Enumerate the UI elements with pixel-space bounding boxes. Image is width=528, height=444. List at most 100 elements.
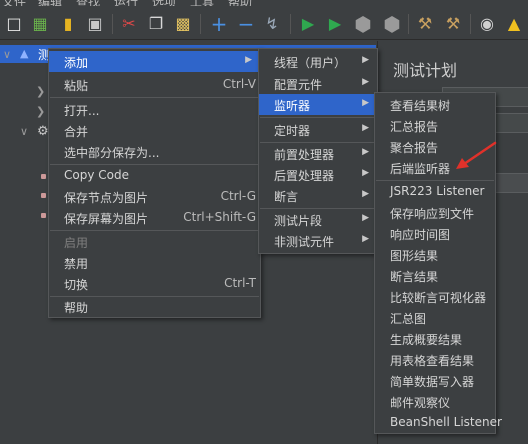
menu-item-label: 响应时间图 [390,228,451,242]
sampler-node-icon [41,174,46,179]
cut-icon[interactable]: ✂ [118,13,140,35]
menu-item-label: 断言 [274,190,299,204]
menu-item-label: 启用 [64,236,89,250]
start-icon[interactable]: ▶ [297,13,319,35]
menu-item-mailer-visualizer[interactable]: 邮件观察仪 [375,391,495,412]
new-icon[interactable]: □ [3,13,25,35]
menu-item-label: 后端监听器 [390,162,451,176]
shutdown-icon[interactable]: ⬢ [381,13,403,35]
context-menu: 添加 ▶ 粘贴 Ctrl-V 打开... 合并 选中部分保存为... Copy … [48,48,261,318]
menu-item-label: 帮助 [64,301,89,315]
submenu-arrow-icon: ▶ [362,123,369,133]
menu-item-disable[interactable]: 禁用 [49,252,260,273]
menu-item-copy-code[interactable]: Copy Code [49,165,260,186]
menu-item-label: 保存节点为图片 [64,191,149,205]
menu-item-summary-report[interactable]: 汇总报告 [375,115,495,136]
menu-item-label: 粘贴 [64,79,89,93]
menu-item-label: 图形结果 [390,249,439,263]
search-icon[interactable]: ◉ [476,13,498,35]
copy-icon[interactable]: ❐ [145,13,167,35]
menu-item-non-test-elements[interactable]: 非测试元件 ▶ [259,230,377,251]
toggle-icon[interactable]: ↯ [261,13,283,35]
menu-item-simple-data-writer[interactable]: 简单数据写入器 [375,370,495,391]
menu-item-label: JSR223 Listener [390,184,485,198]
menu-item-label: 添加 [64,56,89,70]
submenu-arrow-icon: ▶ [362,98,369,108]
reset-search-icon[interactable]: ▲ [503,13,525,35]
chevron-right-icon[interactable]: ❯ [36,105,45,118]
menu-separator [50,97,259,98]
menu-item-assertion-results[interactable]: 断言结果 [375,265,495,286]
menu-item-timer[interactable]: 定时器 ▶ [259,119,377,140]
menu-item-view-results-in-table[interactable]: 用表格查看结果 [375,349,495,370]
gear-icon: ⚙ [37,124,49,139]
menu-item-open[interactable]: 打开... [49,99,260,120]
menu-item-test-fragment[interactable]: 测试片段 ▶ [259,209,377,230]
menu-item-shortcut: Ctrl-T [224,276,256,290]
menu-item-listener[interactable]: 监听器 ▶ [259,94,377,115]
menu-item-assertion[interactable]: 断言 ▶ [259,185,377,206]
menu-item-paste[interactable]: 粘贴 Ctrl-V [49,74,260,95]
clear-all-icon[interactable]: ⚒ [442,13,464,35]
menu-item-beanshell-listener[interactable]: BeanShell Listener [375,412,502,433]
menu-item-shortcut: Ctrl-V [222,77,256,91]
expand-icon[interactable]: + [208,13,230,35]
menu-item-aggregate-graph[interactable]: 汇总图 [375,307,495,328]
menu-item-label: 选中部分保存为... [64,146,160,160]
menu-item-label: 配置元件 [274,78,323,92]
menu-item-threads[interactable]: 线程（用户） ▶ [259,51,377,72]
menu-item-post-processor[interactable]: 后置处理器 ▶ [259,164,377,185]
menu-item-toggle[interactable]: 切换 Ctrl-T [49,273,260,294]
menu-item-jsr223-listener[interactable]: JSR223 Listener [375,181,495,202]
sampler-node-icon [41,193,46,198]
menu-item-label: 测试片段 [274,214,323,228]
menu-item-pre-processor[interactable]: 前置处理器 ▶ [259,143,377,164]
menu-item-help[interactable]: 帮助 [49,296,260,317]
submenu-arrow-icon: ▶ [362,147,369,157]
menu-item-graph-results[interactable]: 图形结果 [375,244,495,265]
paste-icon[interactable]: ▩ [172,13,194,35]
menu-item-label: 监听器 [274,99,311,113]
start-no-pauses-icon[interactable]: ▶ [324,13,346,35]
menu-item-label: 后置处理器 [274,169,335,183]
menu-item-label: 定时器 [274,124,311,138]
menu-item-label: 查看结果树 [390,99,451,113]
menu-separator [260,117,376,118]
menu-item-label: BeanShell Listener [390,415,502,429]
submenu-arrow-icon: ▶ [245,55,252,65]
menu-item-save-node-as-image[interactable]: 保存节点为图片 Ctrl-G [49,186,260,207]
chevron-down-icon[interactable]: ∨ [3,48,11,61]
menu-item-save-screen-as-image[interactable]: 保存屏幕为图片 Ctrl+Shift-G [49,207,260,228]
menu-item-merge[interactable]: 合并 [49,120,260,141]
save-icon[interactable]: ▣ [84,13,106,35]
menu-item-save-selection-as[interactable]: 选中部分保存为... [49,141,260,162]
chevron-down-icon[interactable]: ∨ [20,125,28,138]
chevron-right-icon[interactable]: ❯ [36,85,45,98]
menu-item-label: 比较断言可视化器 [390,291,487,305]
menu-item-label: 切换 [64,278,89,292]
collapse-icon[interactable]: − [235,13,257,35]
menu-item-view-results-tree[interactable]: 查看结果树 [375,94,495,115]
menu-item-generate-summary-results[interactable]: 生成概要结果 [375,328,495,349]
page-title: 测试计划 [393,61,458,80]
menu-item-save-responses-to-file[interactable]: 保存响应到文件 [375,202,495,223]
templates-icon[interactable]: ▦ [29,13,51,35]
toolbar-separator [408,14,409,34]
stop-icon[interactable]: ⬢ [352,13,374,35]
toolbar-separator [112,14,113,34]
menu-item-label: Copy Code [64,168,129,182]
menu-item-shortcut: Ctrl-G [220,189,256,203]
submenu-arrow-icon: ▶ [362,234,369,244]
menu-item-config-element[interactable]: 配置元件 ▶ [259,73,377,94]
menu-item-label: 禁用 [64,257,89,271]
menu-item-add[interactable]: 添加 ▶ [49,51,260,72]
add-submenu: 线程（用户） ▶ 配置元件 ▶ 监听器 ▶ 定时器 ▶ 前置处理器 ▶ 后置处理… [258,48,378,254]
menu-item-label: 邮件观察仪 [390,396,451,410]
menu-item-comparison-assertion-visualizer[interactable]: 比较断言可视化器 [375,286,495,307]
menu-item-label: 打开... [64,104,100,118]
menu-item-label: 线程（用户） [274,56,347,70]
test-plan-icon: ▲ [20,47,29,60]
open-icon[interactable]: ▮ [57,13,79,35]
clear-icon[interactable]: ⚒ [414,13,436,35]
menu-item-response-time-graph[interactable]: 响应时间图 [375,223,495,244]
